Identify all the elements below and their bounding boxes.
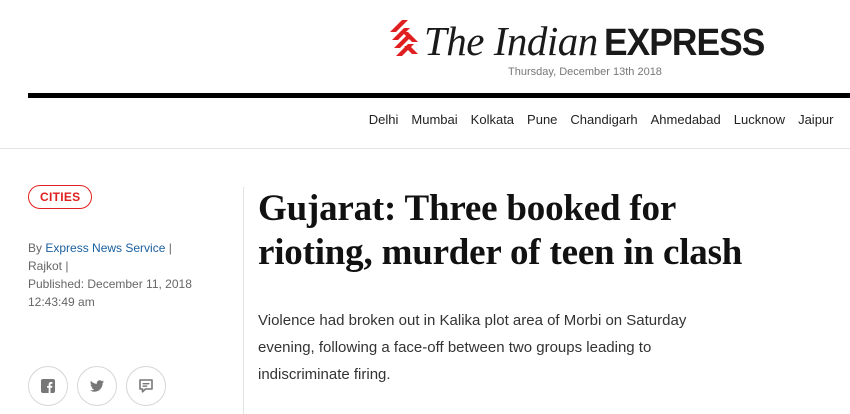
share-twitter-button[interactable] [77, 366, 117, 406]
dateline-location: Rajkot | [28, 259, 69, 273]
logo-text-the-indian: The Indian [424, 18, 598, 64]
published-time: Published: December 11, 2018 12:43:49 am [28, 277, 192, 309]
article-main: Gujarat: Three booked for rioting, murde… [258, 187, 798, 388]
city-nav-chandigarh[interactable]: Chandigarh [564, 112, 644, 128]
facebook-icon [41, 379, 55, 393]
byline-separator: | [168, 241, 172, 255]
header-divider [0, 148, 850, 149]
city-nav-mumbai[interactable]: Mumbai [405, 112, 464, 128]
city-nav-kolkata[interactable]: Kolkata [464, 112, 520, 128]
share-facebook-button[interactable] [28, 366, 68, 406]
column-divider [243, 187, 244, 414]
article-headline: Gujarat: Three booked for rioting, murde… [258, 188, 743, 273]
city-nav-ahmedabad[interactable]: Ahmedabad [644, 112, 727, 128]
section-badge[interactable]: CITIES [28, 185, 93, 209]
site-logo[interactable]: The Indian EXPRESS [388, 12, 776, 62]
city-nav: Delhi Mumbai Kolkata Pune Chandigarh Ahm… [362, 112, 840, 128]
logo-text-express: EXPRESS [603, 22, 765, 64]
author-link[interactable]: Express News Service [45, 241, 165, 255]
city-nav-pune[interactable]: Pune [521, 112, 564, 128]
masthead-rule [28, 93, 850, 98]
city-nav-delhi[interactable]: Delhi [362, 112, 405, 128]
city-nav-lucknow[interactable]: Lucknow [727, 112, 791, 128]
masthead: The Indian EXPRESS Thursday, December 13… [0, 0, 850, 150]
article-synopsis: Violence had broken out in Kalika plot a… [258, 312, 687, 383]
logo-mark-icon [390, 20, 418, 56]
comment-icon [139, 379, 153, 393]
comment-button[interactable] [126, 366, 166, 406]
twitter-icon [90, 380, 104, 392]
dateline: Thursday, December 13th 2018 [508, 66, 662, 78]
byline: By Express News Service | Rajkot | Publi… [28, 239, 238, 311]
byline-prefix: By [28, 241, 43, 255]
article-sidebar: CITIES By Express News Service | Rajkot … [28, 185, 238, 406]
share-bar [28, 366, 166, 406]
city-nav-jaipur[interactable]: Jaipur [792, 112, 840, 128]
